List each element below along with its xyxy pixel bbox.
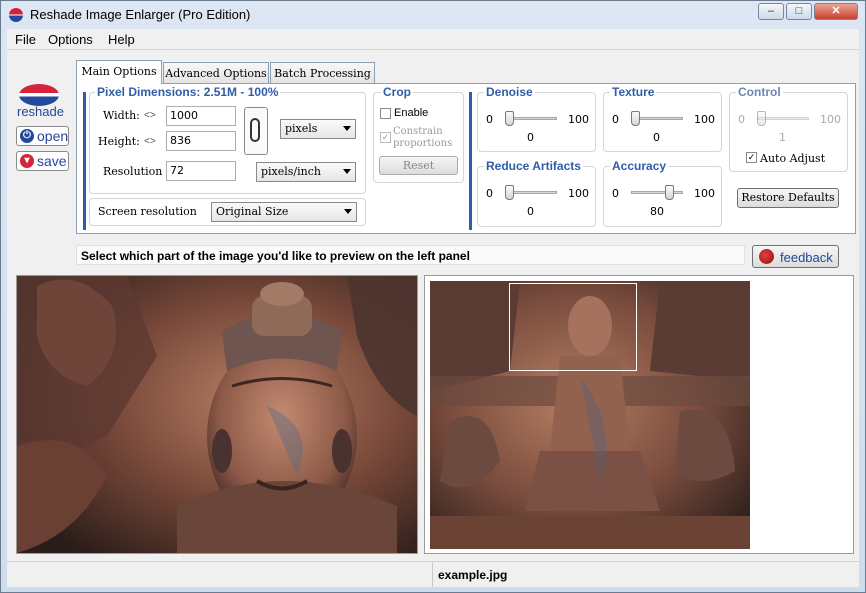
accuracy-max: 100 [694,187,715,200]
chevron-down-icon [343,169,351,174]
screen-resolution-value: Original Size [216,205,289,218]
accuracy-value: 80 [650,205,664,218]
crop-enable-checkbox[interactable] [380,108,391,119]
link-proportions-button[interactable] [244,107,268,155]
height-input[interactable]: 836 [166,131,236,151]
save-icon: ▾ [20,154,34,168]
accuracy-slider-track [631,191,683,194]
control-max: 100 [820,113,841,126]
menu-bar: File Options Help [7,29,859,50]
constrain-label-line1: Constrain [393,126,443,137]
accuracy-title: Accuracy [610,159,669,173]
zoomed-preview-image [17,276,417,553]
menu-file[interactable]: File [15,32,36,47]
section-divider [469,92,472,230]
app-logo-icon [9,8,23,22]
status-filename: example.jpg [438,568,508,582]
open-icon: ⏻ [20,129,34,143]
reduce-artifacts-min: 0 [486,187,493,200]
preview-instruction-text: Select which part of the image you'd lik… [81,249,470,263]
minimize-button[interactable]: – [758,3,784,20]
status-divider [432,562,433,587]
resolution-input[interactable]: 72 [166,161,236,181]
resolution-unit-value: pixels/inch [261,165,321,178]
chevron-down-icon [343,126,351,131]
ladybug-icon [759,249,774,264]
restore-defaults-button[interactable]: Restore Defaults [737,188,839,208]
reshade-logo-text: reshade [17,104,64,119]
close-button[interactable]: ✕ [814,3,858,20]
texture-min: 0 [612,113,619,126]
control-title: Control [736,85,783,99]
save-label: save [37,153,67,169]
auto-adjust-label: Auto Adjust [760,152,826,165]
screen-resolution-select[interactable]: Original Size [211,202,357,222]
chevron-down-icon [344,209,352,214]
preview-selection-rectangle[interactable] [509,283,637,371]
texture-title: Texture [610,85,657,99]
status-bar: example.jpg [7,561,859,587]
unit-select-value: pixels [285,122,318,135]
chain-link-icon [250,118,260,142]
tab-batch-processing[interactable]: Batch Processing [270,62,375,83]
width-arrows-icon: <> [144,110,156,121]
height-label: Height: [98,135,140,148]
screen-resolution-label: Screen resolution [98,205,197,218]
texture-value: 0 [653,131,660,144]
pixel-dimensions-title: Pixel Dimensions: 2.51M - 100% [95,85,281,99]
section-divider [83,92,86,230]
reduce-artifacts-max: 100 [568,187,589,200]
save-button[interactable]: ▾ save [16,151,69,171]
menu-help[interactable]: Help [108,32,135,47]
menu-options[interactable]: Options [48,32,93,47]
reduce-artifacts-title: Reduce Artifacts [484,159,583,173]
height-arrows-icon: <> [144,136,156,147]
open-label: open [37,128,69,144]
resolution-label: Resolution [103,165,163,178]
texture-max: 100 [694,113,715,126]
crop-enable-label: Enable [394,107,429,119]
tab-advanced-options[interactable]: Advanced Options [163,62,269,83]
reshade-logo-icon [19,84,59,106]
control-slider-thumb[interactable] [757,111,767,126]
denoise-slider-thumb[interactable] [505,111,514,126]
maximize-button[interactable]: □ [786,3,812,20]
feedback-label: feedback [780,250,833,265]
control-value: 1 [779,131,786,144]
constrain-proportions-checkbox[interactable]: ✓ [380,132,391,143]
texture-slider-thumb[interactable] [631,111,640,126]
denoise-max: 100 [568,113,589,126]
crop-title: Crop [381,85,413,99]
tab-main-options[interactable]: Main Options [76,60,162,84]
reduce-artifacts-value: 0 [527,205,534,218]
auto-adjust-checkbox[interactable]: ✓ [746,152,757,163]
denoise-title: Denoise [484,85,535,99]
zoomed-preview-panel[interactable] [16,275,418,554]
info-bar: Select which part of the image you'd lik… [76,245,745,265]
constrain-label-line2: proportions [393,138,453,149]
open-button[interactable]: ⏻ open [16,126,69,146]
unit-select[interactable]: pixels [280,119,356,139]
feedback-button[interactable]: feedback [752,245,839,268]
width-input[interactable]: 1000 [166,106,236,126]
control-min: 0 [738,113,745,126]
title-bar: Reshade Image Enlarger (Pro Edition) – □… [0,0,866,28]
accuracy-slider-thumb[interactable] [665,185,675,200]
width-label: Width: [103,109,140,122]
accuracy-min: 0 [612,187,619,200]
denoise-value: 0 [527,131,534,144]
reduce-artifacts-slider-thumb[interactable] [505,185,514,200]
resolution-unit-select[interactable]: pixels/inch [256,162,356,182]
window-title: Reshade Image Enlarger (Pro Edition) [30,7,251,22]
denoise-min: 0 [486,113,493,126]
full-image-panel[interactable] [424,275,854,554]
crop-reset-button[interactable]: Reset [379,156,458,175]
